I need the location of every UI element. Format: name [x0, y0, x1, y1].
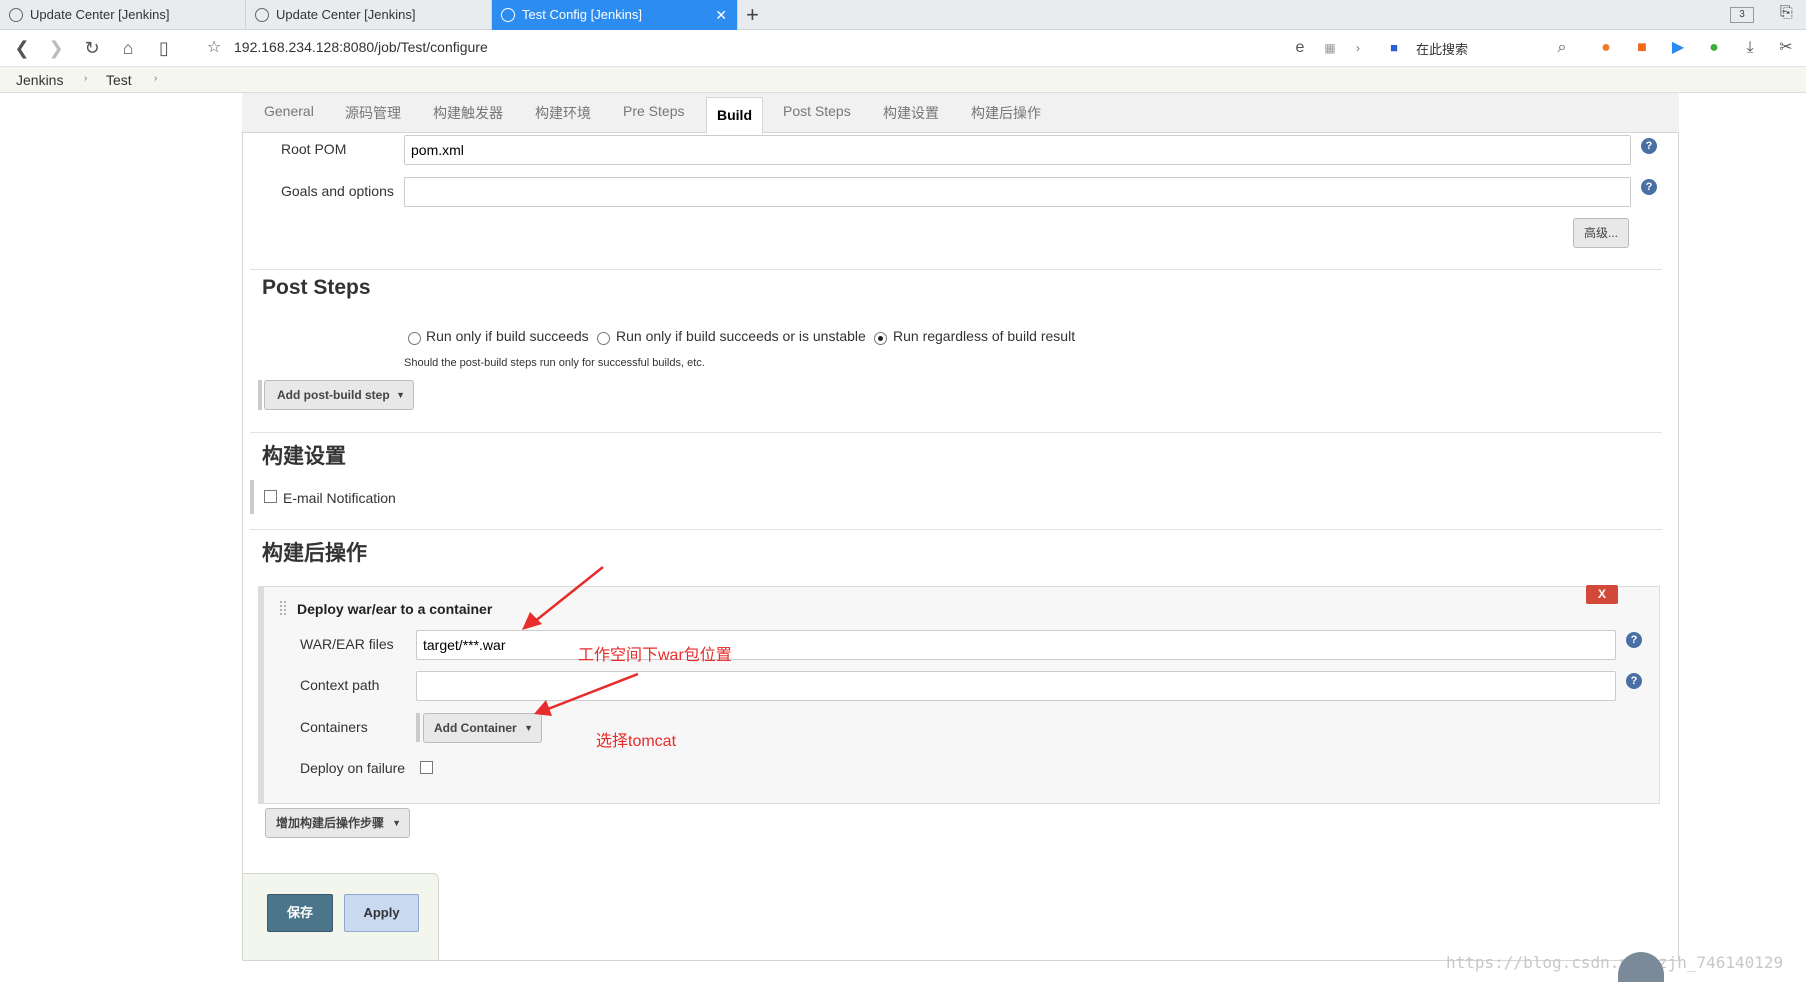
annotation-arrows	[522, 566, 639, 716]
watermark: https://blog.csdn.net/zjh_746140129	[1446, 953, 1784, 972]
annotation-arrow	[547, 672, 639, 711]
annotation-arrow	[533, 566, 604, 623]
annotation-war-location: 工作空间下war包位置	[578, 647, 732, 664]
annotation-arrowhead	[522, 612, 542, 630]
annotation-select-tomcat: 选择tomcat	[596, 733, 677, 750]
